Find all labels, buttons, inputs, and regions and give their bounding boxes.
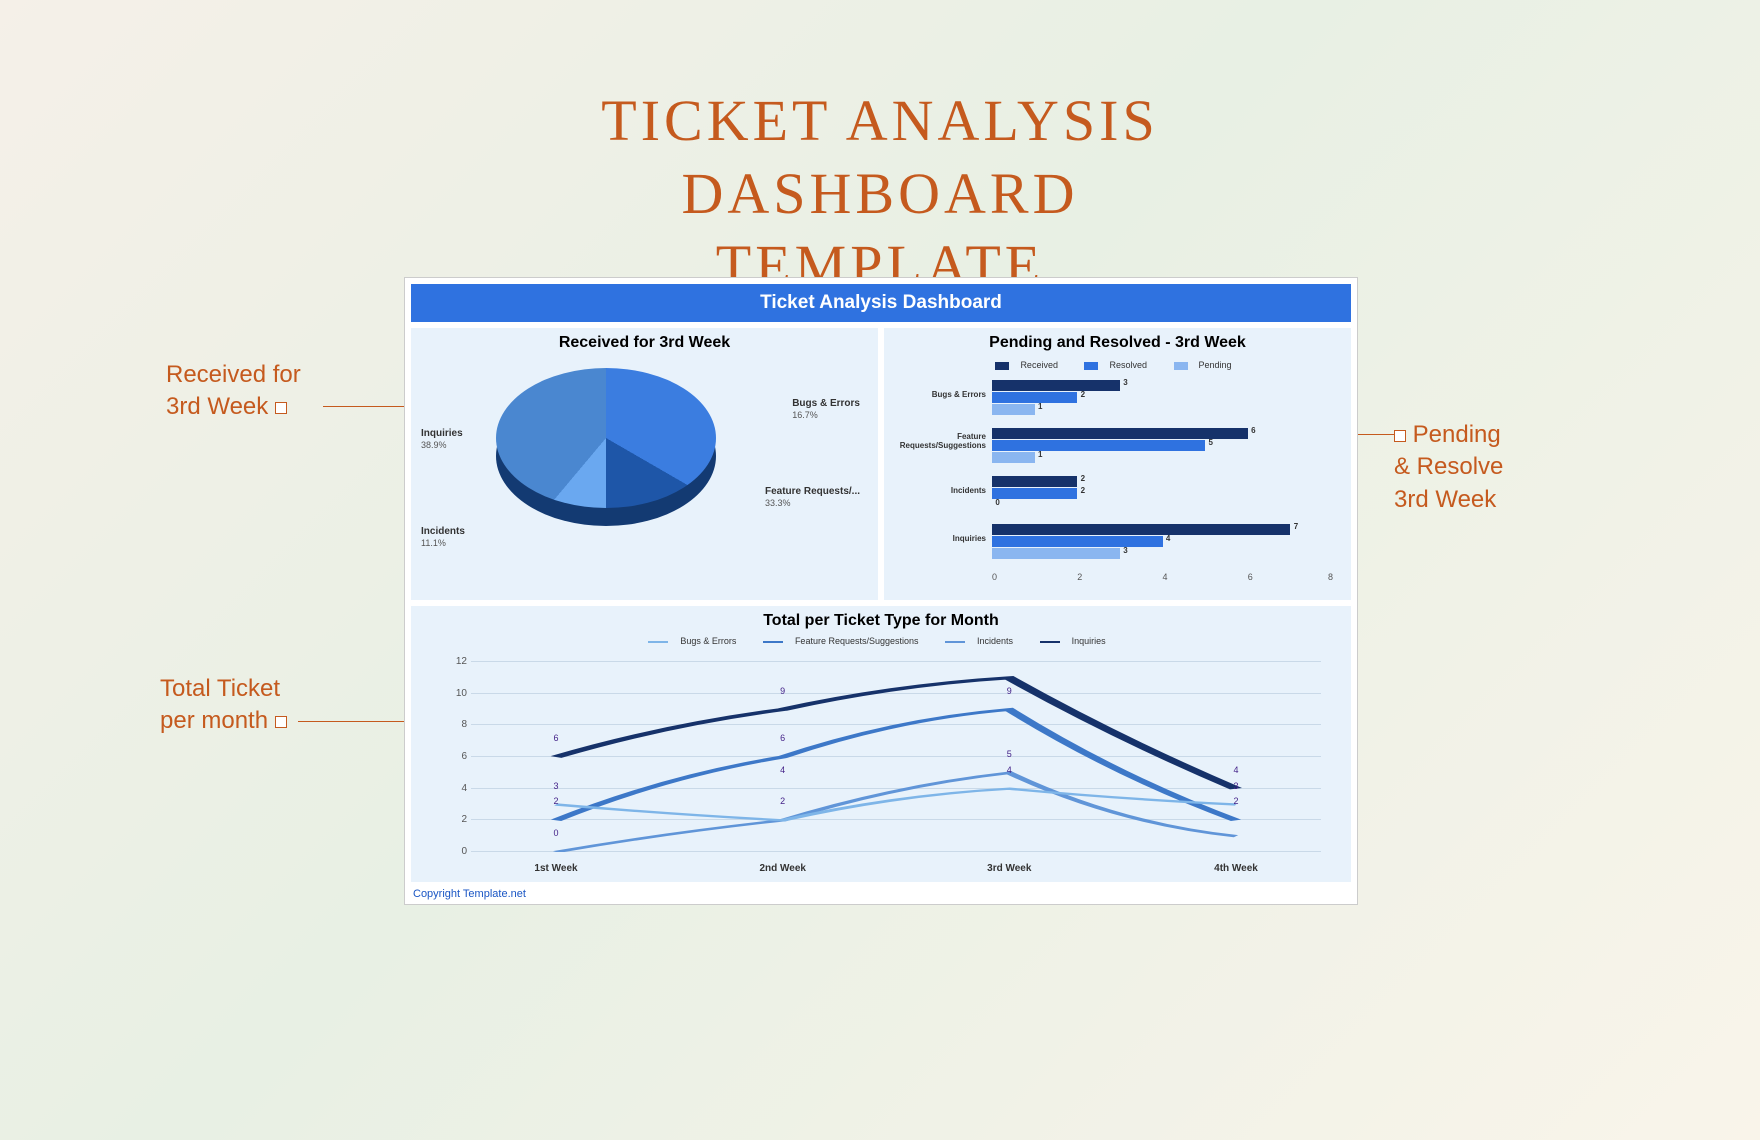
bar-legend: Received Resolved Pending <box>884 358 1351 374</box>
bar-cat-bugs: Bugs & Errors <box>886 390 986 399</box>
bar-x-axis: 0 2 4 6 8 <box>992 572 1333 586</box>
pie-chart <box>496 368 716 538</box>
line-legend: Bugs & Errors Feature Requests/Suggestio… <box>411 636 1351 650</box>
bar-cat-feature: Feature Requests/Suggestions <box>886 432 986 450</box>
pie-label-feature: Feature Requests/...33.3% <box>765 486 860 509</box>
annotation-pending: Pending& Resolve3rd Week <box>1394 419 1503 516</box>
pie-panel: Received for 3rd Week Inquiries38.9% Bug… <box>411 328 878 600</box>
line-chart-area: 0 2 4 6 8 10 12 1st Week 2nd Week 3rd We… <box>471 662 1321 852</box>
line-panel: Total per Ticket Type for Month Bugs & E… <box>411 606 1351 882</box>
annotation-total: Total Ticketper month <box>160 673 287 738</box>
pie-label-inquiries: Inquiries38.9% <box>421 428 463 451</box>
bar-panel: Pending and Resolved - 3rd Week Received… <box>884 328 1351 600</box>
line-x-w1: 1st Week <box>534 863 577 874</box>
bar-cat-incidents: Incidents <box>886 486 986 495</box>
pie-title: Received for 3rd Week <box>411 328 878 358</box>
line-x-w2: 2nd Week <box>759 863 806 874</box>
page-title: TICKET ANALYSIS DASHBOARD TEMPLATE <box>440 85 1320 303</box>
bar-title: Pending and Resolved - 3rd Week <box>884 328 1351 358</box>
annotation-received: Received for3rd Week <box>166 359 301 424</box>
copyright: Copyright Template.net <box>413 888 526 900</box>
pie-label-incidents: Incidents11.1% <box>421 526 465 549</box>
line-x-w4: 4th Week <box>1214 863 1258 874</box>
line-svg <box>471 662 1321 852</box>
line-x-w3: 3rd Week <box>987 863 1031 874</box>
pie-label-bugs: Bugs & Errors16.7% <box>792 398 860 421</box>
dashboard-header: Ticket Analysis Dashboard <box>411 284 1351 322</box>
bar-cat-inquiries: Inquiries <box>886 534 986 543</box>
line-title: Total per Ticket Type for Month <box>411 606 1351 636</box>
bar-chart-area: Bugs & Errors 3 2 1 Feature Requests/Sug… <box>992 376 1333 572</box>
page-title-line1: TICKET ANALYSIS DASHBOARD <box>601 88 1158 226</box>
top-row: Received for 3rd Week Inquiries38.9% Bug… <box>411 328 1351 600</box>
dashboard-card: Ticket Analysis Dashboard Received for 3… <box>404 277 1358 905</box>
